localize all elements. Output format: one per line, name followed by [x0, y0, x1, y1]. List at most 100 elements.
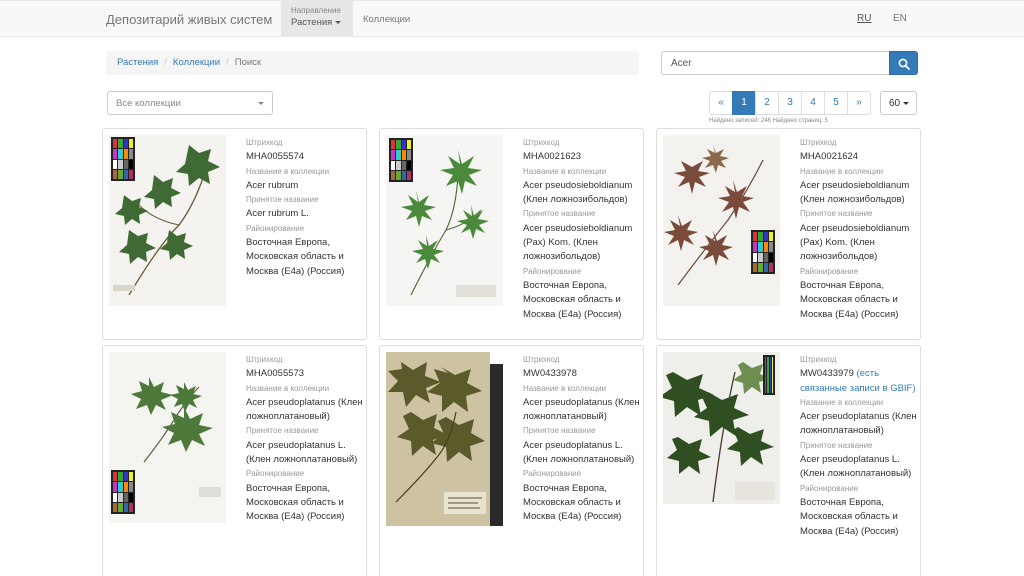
- breadcrumb-plants[interactable]: Растения: [117, 57, 158, 68]
- region-label: Районирование: [246, 223, 305, 233]
- page-3[interactable]: 3: [778, 91, 802, 115]
- search-icon: [898, 58, 910, 70]
- region-value: Восточная Европа, Московская область и М…: [246, 482, 345, 523]
- color-chart: [111, 137, 135, 181]
- barcode-value: MW0433978: [523, 368, 577, 380]
- record-info: Штрихкод MHA0021624 Название в коллекции…: [800, 136, 918, 322]
- barcode-value: MHA0055573: [246, 368, 305, 380]
- accepted-name-value: Acer pseudoplatanus L. (Клен ложноплатан…: [523, 439, 635, 466]
- lang-ru-link[interactable]: RU: [857, 13, 871, 24]
- barcode-label: Штрихкод: [800, 355, 837, 364]
- accepted-name-value: Acer pseudosieboldianum (Pax) Kom. (Клен…: [523, 222, 633, 263]
- barcode-label: Штрихкод: [800, 138, 837, 147]
- search-button[interactable]: [889, 51, 918, 75]
- region-value: Восточная Европа, Московская область и М…: [523, 482, 622, 523]
- barcode-value: MW0433979 (есть связанные записи в GBIF): [800, 368, 916, 394]
- specimen-image[interactable]: [386, 352, 503, 526]
- region-value: Восточная Европа, Московская область и М…: [246, 237, 345, 277]
- barcode-value: MHA0021623: [523, 151, 582, 163]
- pagination: « 1 2 3 4 5 »: [709, 91, 871, 115]
- accepted-name-label: Принятое название: [246, 426, 319, 436]
- per-page-select[interactable]: 60: [880, 91, 917, 115]
- accepted-name-value: Acer pseudoplatanus L. (Клен ложноплатан…: [246, 439, 358, 466]
- record-card[interactable]: Штрихкод MW0433978 Название в коллекции …: [379, 345, 644, 576]
- record-info: Штрихкод MW0433978 Название в коллекции …: [523, 353, 641, 525]
- barcode-label: Штрихкод: [523, 355, 560, 364]
- page-2[interactable]: 2: [755, 91, 779, 115]
- chevron-down-icon: [335, 20, 342, 24]
- specimen-image[interactable]: [386, 135, 503, 306]
- specimen-image[interactable]: [109, 135, 226, 306]
- barcode-label: Штрихкод: [246, 138, 283, 147]
- region-label: Районирование: [523, 469, 582, 479]
- breadcrumb: Растения / Коллекции / Поиск: [106, 51, 639, 75]
- breadcrumb-collections[interactable]: Коллекции: [173, 57, 220, 68]
- breadcrumb-separator: /: [226, 57, 229, 68]
- region-label: Районирование: [800, 483, 859, 493]
- nav-direction-value: Растения: [291, 16, 353, 29]
- record-card[interactable]: Штрихкод MHA0021623 Название в коллекции…: [379, 128, 644, 340]
- record-info: Штрихкод MW0433979 (есть связанные запис…: [800, 353, 918, 539]
- region-value: Восточная Европа, Московская область и М…: [800, 496, 899, 537]
- region-label: Районирование: [800, 266, 859, 276]
- navbar: Депозитарий живых систем Направление Рас…: [0, 0, 1024, 37]
- collection-name-label: Название в коллекции: [523, 166, 607, 176]
- collection-name-value: Acer rubrum: [246, 179, 299, 191]
- region-label: Районирование: [523, 266, 582, 276]
- accepted-name-label: Принятое название: [523, 209, 596, 219]
- results-count: Найдено записей: 248 Найдено страниц: 5: [709, 118, 828, 124]
- record-info: Штрихкод MHA0055573 Название в коллекции…: [246, 353, 364, 525]
- nav-direction-dropdown[interactable]: Направление Растения: [281, 1, 353, 37]
- collection-name-label: Название в коллекции: [246, 383, 330, 393]
- record-info: Штрихкод MHA0021623 Название в коллекции…: [523, 136, 641, 322]
- region-label: Районирование: [246, 469, 305, 479]
- chevron-down-icon: [903, 101, 910, 105]
- record-card[interactable]: Штрихкод MHA0021624 Название в коллекции…: [656, 128, 921, 340]
- nav-direction-caption: Направление: [291, 6, 341, 15]
- record-info: Штрихкод MHA0055574 Название в коллекции…: [246, 136, 364, 279]
- accepted-name-label: Принятое название: [800, 209, 873, 219]
- collection-name-value: Acer pseudoplatanus (Клен ложноплатановы…: [246, 396, 363, 423]
- barcode-value: MHA0021624: [800, 151, 859, 163]
- specimen-image[interactable]: [663, 352, 780, 504]
- specimen-image[interactable]: [109, 352, 226, 523]
- chevron-down-icon: [258, 102, 264, 105]
- accepted-name-value: Acer rubrum L.: [246, 208, 309, 220]
- lang-en-link[interactable]: EN: [893, 13, 907, 24]
- collection-name-label: Название в коллекции: [800, 166, 884, 176]
- accepted-name-label: Принятое название: [523, 426, 596, 436]
- collection-select-value: Все коллекции: [116, 98, 181, 109]
- page-next[interactable]: »: [847, 91, 871, 115]
- page-1[interactable]: 1: [732, 91, 756, 115]
- collection-name-label: Название в коллекции: [523, 383, 607, 393]
- region-value: Восточная Европа, Московская область и М…: [523, 279, 622, 320]
- collection-name-value: Acer pseudoplatanus (Клен ложноплатановы…: [800, 411, 917, 437]
- collection-name-value: Acer pseudosieboldianum (Клен ложнозибол…: [800, 179, 910, 206]
- color-chart: [111, 470, 135, 514]
- page-4[interactable]: 4: [801, 91, 825, 115]
- color-chart: [751, 230, 775, 274]
- search-input[interactable]: [661, 51, 890, 75]
- accepted-name-label: Принятое название: [800, 440, 873, 450]
- site-brand[interactable]: Депозитарий живых систем: [106, 12, 272, 27]
- page-prev[interactable]: «: [709, 91, 733, 115]
- nav-collections-link[interactable]: Коллекции: [363, 14, 410, 25]
- region-value: Восточная Европа, Московская область и М…: [800, 279, 899, 320]
- page-5[interactable]: 5: [824, 91, 848, 115]
- record-card[interactable]: Штрихкод MW0433979 (есть связанные запис…: [656, 345, 921, 576]
- breadcrumb-separator: /: [164, 57, 167, 68]
- collection-name-label: Название в коллекции: [246, 166, 330, 176]
- accepted-name-value: Acer pseudosieboldianum (Pax) Kom. (Клен…: [800, 222, 910, 263]
- collection-name-label: Название в коллекции: [800, 397, 884, 407]
- collection-name-value: Acer pseudoplatanus (Клен ложноплатановы…: [523, 396, 640, 423]
- barcode-label: Штрихкод: [523, 138, 560, 147]
- accepted-name-value: Acer pseudoplatanus L. (Клен ложноплатан…: [800, 454, 912, 480]
- color-chart: [389, 138, 413, 182]
- specimen-image[interactable]: [663, 135, 780, 306]
- accepted-name-label: Принятое название: [246, 195, 319, 205]
- collection-select[interactable]: Все коллекции: [107, 91, 273, 115]
- record-card[interactable]: Штрихкод MHA0055574 Название в коллекции…: [102, 128, 367, 340]
- breadcrumb-current: Поиск: [234, 57, 262, 68]
- record-card[interactable]: Штрихкод MHA0055573 Название в коллекции…: [102, 345, 367, 576]
- color-chart: [763, 355, 775, 395]
